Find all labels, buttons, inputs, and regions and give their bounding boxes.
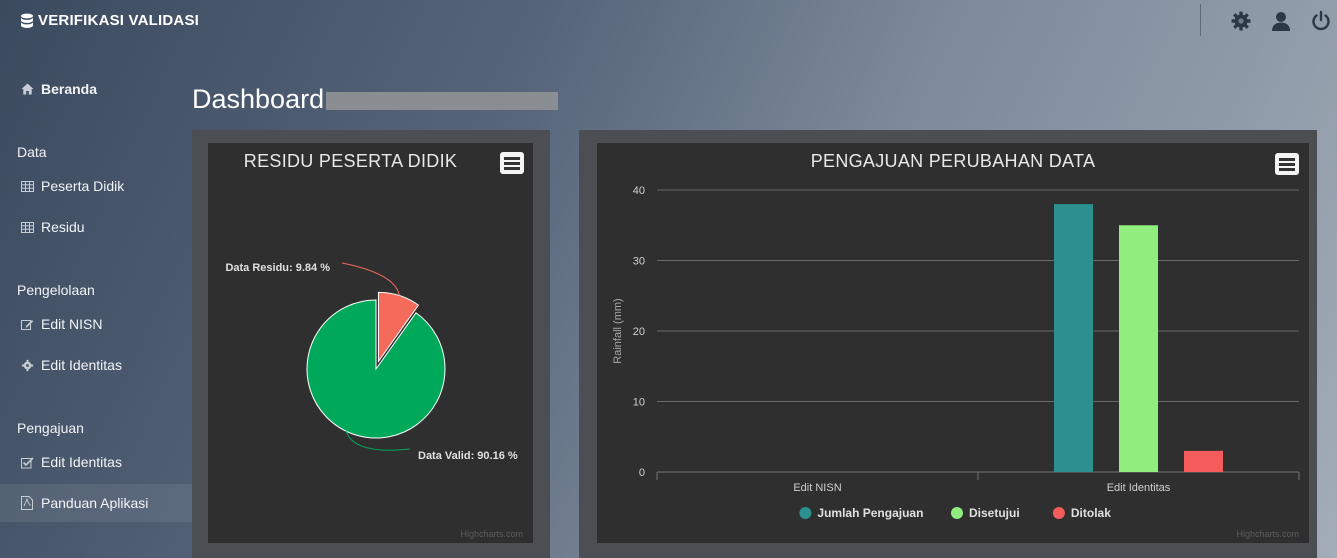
sidebar-item-beranda[interactable]: Beranda [0,70,196,108]
home-icon [20,82,34,96]
sidebar-item-residu[interactable]: Residu [0,208,196,246]
page-title: Dashboard [192,84,325,114]
sidebar: Beranda Data Peserta Didik Residu Pengel… [0,46,196,558]
user-icon[interactable] [1270,10,1292,32]
gear-icon[interactable] [1230,10,1252,32]
bar-chart-credits[interactable]: Highcharts.com [1236,529,1299,539]
edit-icon [20,317,34,331]
app-brand[interactable]: VERIFIKASI VALIDASI [20,12,199,29]
legend-item-2[interactable]: Ditolak [1071,506,1111,520]
sidebar-item-pengajuan-edit-identitas[interactable]: Edit Identitas [0,443,196,481]
y-tick-label-10: 10 [633,397,645,409]
sidebar-section-pengajuan: Pengajuan [17,420,84,436]
checkbox-icon [20,455,34,469]
legend-item-1[interactable]: Disetujui [969,506,1020,520]
app-title: VERIFIKASI VALIDASI [38,12,200,29]
top-bar: VERIFIKASI VALIDASI [0,0,1337,46]
bar-jumlah-pengajuan-1[interactable] [1054,204,1093,472]
legend-marker-2[interactable] [1052,507,1065,519]
legend-marker-0[interactable] [799,507,812,519]
pie-slice-data-valid[interactable] [306,299,446,439]
legend-marker-1[interactable] [951,507,963,519]
legend-item-0[interactable]: Jumlah Pengajuan [817,506,923,520]
y-tick-label-40: 40 [633,185,645,197]
bar-disetujui-1[interactable] [1119,225,1158,472]
y-tick-label-20: 20 [633,326,645,338]
sidebar-item-panduan-aplikasi[interactable]: Panduan Aplikasi [0,484,196,522]
pie-data-label-1: Data Valid: 90.16 % [418,450,518,462]
sidebar-section-data: Data [17,144,47,160]
table-icon [20,220,34,234]
x-tick-label-0: Edit NISN [793,482,841,494]
pie-chart: RESIDU PESERTA DIDIK Data Residu: 9.84 %… [208,143,533,543]
power-icon[interactable] [1310,10,1332,32]
table-icon [20,179,34,193]
bar-chart-svg: 0 10 20 30 40 Rainfall (mm) Edit NISN Edit Iden… [612,185,1300,520]
sidebar-item-edit-identitas[interactable]: Edit Identitas [0,346,196,384]
pie-chart-credits[interactable]: Highcharts.com [460,529,523,539]
x-tick-label-1: Edit Identitas [1107,482,1171,494]
sidebar-section-pengelolaan: Pengelolaan [17,282,95,298]
sidebar-item-edit-nisn[interactable]: Edit NISN [0,305,196,343]
topbar-divider [1200,4,1201,36]
database-icon [20,13,34,29]
sidebar-item-peserta-didik[interactable]: Peserta Didik [0,167,196,205]
bar-ditolak-1[interactable] [1184,450,1223,472]
y-axis-label: Rainfall (mm) [612,298,624,363]
pie-connector-0 [341,262,400,296]
document-icon [20,496,34,510]
redacted-username [326,92,558,110]
bar-chart: PENGAJUAN PERUBAHAN DATA 0 10 20 30 40 Rainfa… [597,143,1309,543]
y-tick-label-30: 30 [633,256,645,268]
pie-chart-svg: Data Residu: 9.84 % Data Valid: 90.16 % [225,262,518,462]
pie-data-label-0: Data Residu: 9.84 % [225,262,330,274]
gear-icon [20,358,34,372]
y-tick-label-0: 0 [639,467,645,479]
